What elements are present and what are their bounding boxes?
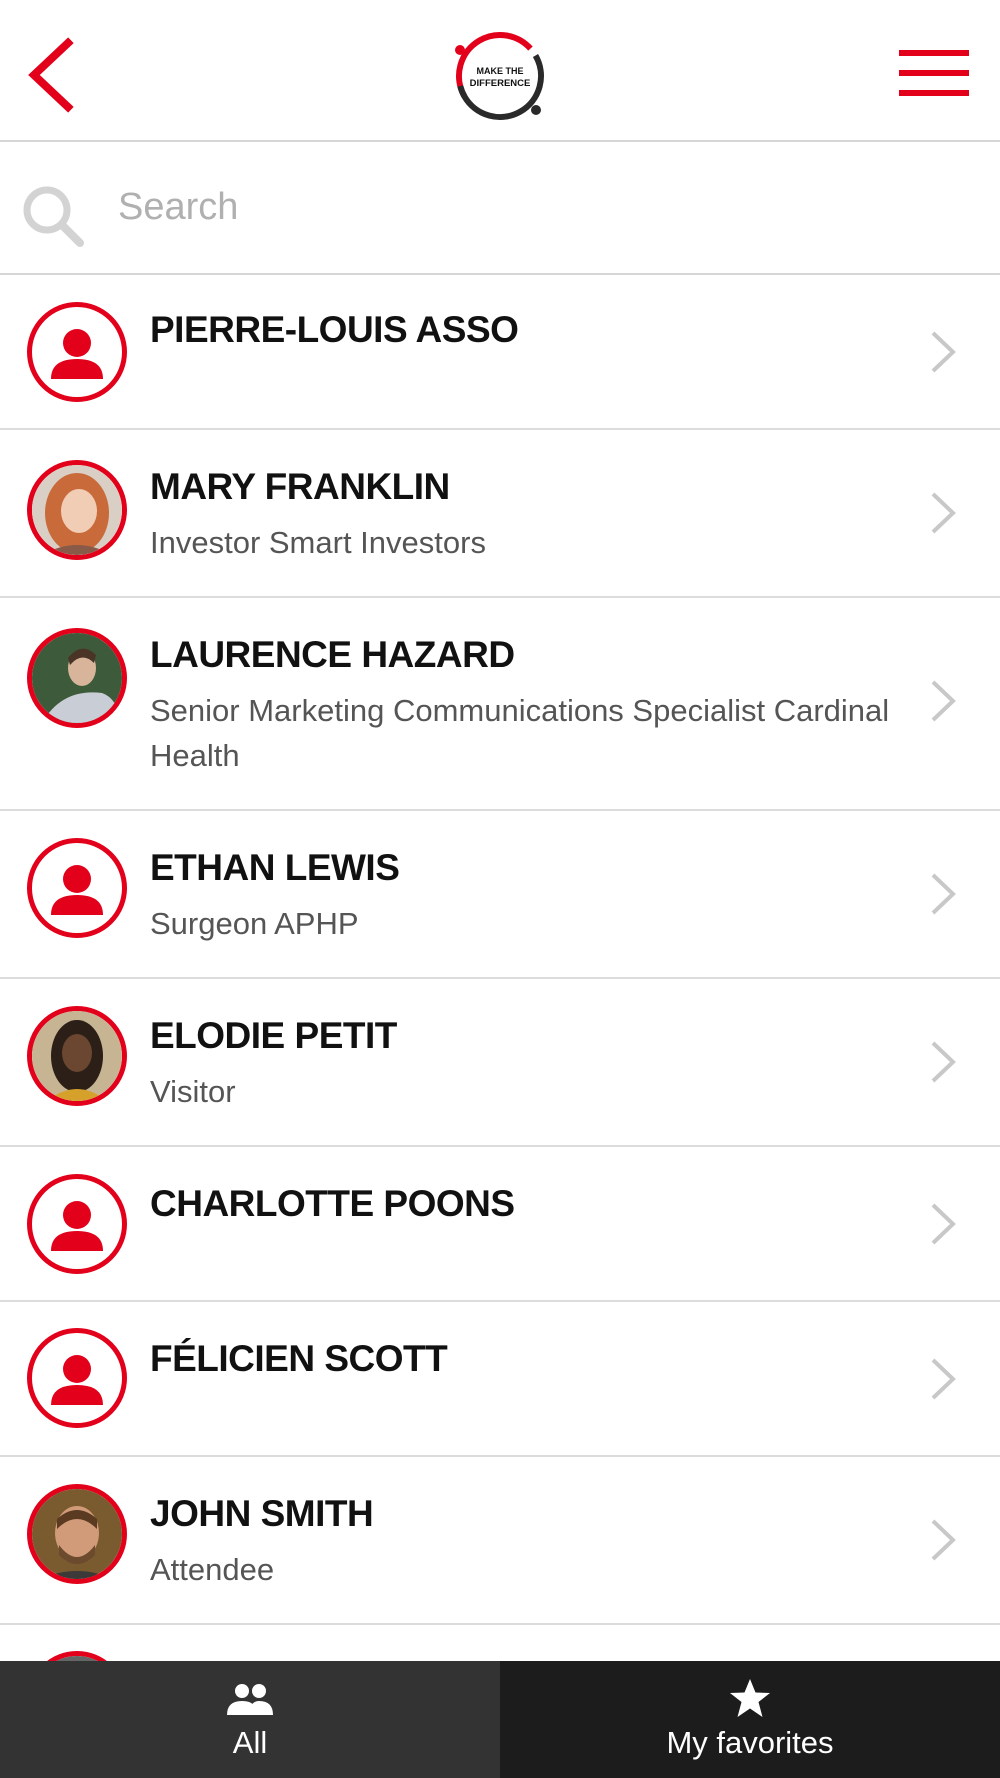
attendee-row[interactable]: FÉLICIEN SCOTT	[0, 1302, 1000, 1457]
attendee-row[interactable]: MARY FRANKLIN Investor Smart Investors	[0, 430, 1000, 598]
tab-my-favorites[interactable]: My favorites	[500, 1661, 1000, 1778]
chevron-right-icon	[931, 680, 956, 722]
avatar-placeholder	[27, 1174, 127, 1274]
attendee-subtitle: Senior Marketing Communications Speciali…	[150, 693, 890, 773]
attendee-name: ETHAN LEWIS	[150, 847, 400, 888]
back-button[interactable]	[20, 35, 80, 115]
person-icon	[51, 329, 103, 379]
attendee-name: FÉLICIEN SCOTT	[150, 1338, 448, 1379]
tab-all[interactable]: All	[0, 1661, 500, 1778]
attendee-row[interactable]: CHARLOTTE POONS	[0, 1147, 1000, 1302]
logo-text-bottom: DIFFERENCE	[470, 78, 531, 89]
chevron-right-icon	[931, 1041, 956, 1083]
tab-my-favorites-label: My favorites	[666, 1725, 834, 1760]
attendee-subtitle: Attendee	[150, 1552, 275, 1587]
avatar-placeholder	[27, 1328, 127, 1428]
person-icon	[51, 1201, 103, 1251]
tab-all-label: All	[232, 1725, 268, 1760]
attendee-name: MARY FRANKLIN	[150, 466, 450, 507]
attendee-name: CHARLOTTE POONS	[150, 1183, 515, 1224]
attendee-row[interactable]: JOHN SMITH Attendee	[0, 1457, 1000, 1625]
attendee-row[interactable]: PIERRE-LOUIS ASSO	[0, 275, 1000, 430]
attendee-row-partial[interactable]	[0, 1625, 1000, 1751]
event-logo: MAKE THE DIFFERENCE	[448, 28, 552, 124]
avatar-photo	[27, 628, 127, 728]
search-input[interactable]	[118, 172, 958, 242]
chevron-right-icon	[931, 492, 956, 534]
chevron-left-icon	[28, 37, 74, 113]
chevron-right-icon	[931, 1358, 956, 1400]
attendee-subtitle: Surgeon APHP	[150, 906, 359, 941]
star-icon	[730, 1679, 770, 1717]
people-icon	[227, 1684, 273, 1715]
logo-text-top: MAKE THE	[477, 66, 524, 76]
attendee-name: ELODIE PETIT	[150, 1015, 397, 1056]
attendee-name: PIERRE-LOUIS ASSO	[150, 309, 519, 350]
avatar-photo	[27, 460, 127, 560]
attendee-list: PIERRE-LOUIS ASSO MARY FRANKLIN Investor…	[0, 275, 1000, 1751]
avatar-placeholder	[27, 838, 127, 938]
attendee-name: LAURENCE HAZARD	[150, 634, 515, 675]
attendee-row[interactable]: ELODIE PETIT Visitor	[0, 979, 1000, 1147]
person-icon	[51, 1355, 103, 1405]
avatar-placeholder	[27, 302, 127, 402]
attendee-row[interactable]: ETHAN LEWIS Surgeon APHP	[0, 811, 1000, 979]
attendee-subtitle: Visitor	[150, 1074, 236, 1109]
attendee-name: JOHN SMITH	[150, 1493, 374, 1534]
chevron-right-icon	[931, 1203, 956, 1245]
avatar-photo	[27, 1006, 127, 1106]
attendee-subtitle: Investor Smart Investors	[150, 525, 486, 560]
bottom-tab-bar: All My favorites	[0, 1661, 1000, 1778]
search-icon	[23, 186, 84, 247]
chevron-right-icon	[931, 331, 956, 373]
chevron-right-icon	[931, 873, 956, 915]
menu-button[interactable]	[895, 45, 975, 105]
app-header: MAKE THE DIFFERENCE	[0, 0, 1000, 142]
avatar-photo	[27, 1484, 127, 1584]
attendee-row[interactable]: LAURENCE HAZARD Senior Marketing Communi…	[0, 598, 1000, 811]
person-icon	[51, 865, 103, 915]
chevron-right-icon	[931, 1519, 956, 1561]
hamburger-menu-icon	[899, 50, 969, 96]
